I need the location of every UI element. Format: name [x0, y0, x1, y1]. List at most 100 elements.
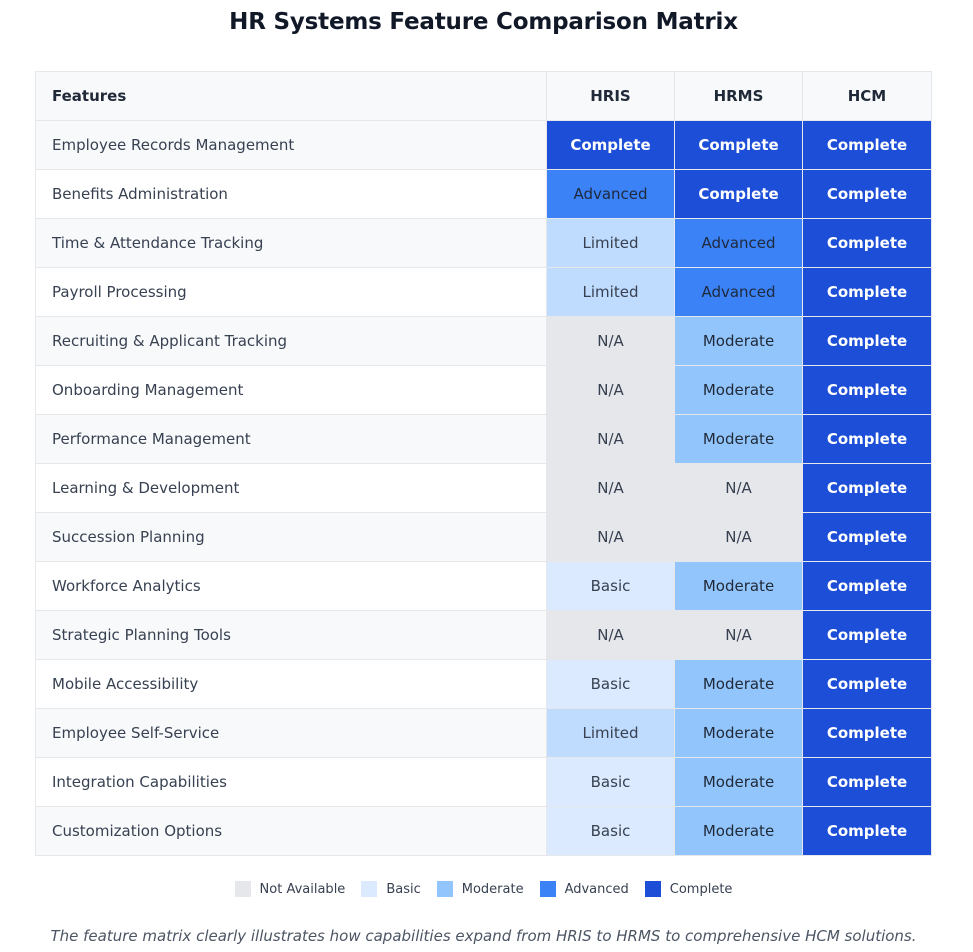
legend-label: Not Available — [259, 881, 346, 897]
table-row: Workforce Analytics Basic Moderate Complete — [35, 561, 932, 611]
rating-cell-hcm: Complete — [802, 463, 932, 513]
rating-cell-hris: Limited — [546, 267, 675, 317]
page-title: HR Systems Feature Comparison Matrix — [229, 9, 738, 35]
rating-cell-hcm: Complete — [802, 414, 932, 464]
rating-cell-hrms: N/A — [674, 463, 803, 513]
table-row: Mobile Accessibility Basic Moderate Complet… — [35, 659, 932, 709]
legend-label: Complete — [669, 881, 733, 897]
rating-cell-hrms: Moderate — [674, 414, 803, 464]
rating-cell-hris: Limited — [546, 218, 675, 268]
rating-cell-hrms: Complete — [674, 120, 803, 170]
rating-cell-hris: N/A — [546, 610, 675, 660]
feature-name: Payroll Processing — [35, 267, 547, 317]
table-row: Succession Planning N/A N/A Complete — [35, 512, 932, 562]
rating-cell-hrms: Moderate — [674, 561, 803, 611]
table-row: Strategic Planning Tools N/A N/A Complete — [35, 610, 932, 660]
rating-cell-hcm: Complete — [802, 267, 932, 317]
rating-cell-hris: Limited — [546, 708, 675, 758]
table-row: Employee Records Management Complete Compl… — [35, 120, 932, 170]
legend-item: Moderate — [436, 881, 524, 897]
feature-matrix-table: Features HRIS HRMS HCM Employee Records … — [35, 71, 932, 856]
table-row: Recruiting & Applicant Tracking N/A Modera… — [35, 316, 932, 366]
legend: Not Available Basic Moderate Advanced Comple… — [0, 881, 967, 897]
rating-cell-hcm: Complete — [802, 806, 932, 856]
table-row: Benefits Administration Advanced Complete C… — [35, 169, 932, 219]
rating-cell-hris: Advanced — [546, 169, 675, 219]
feature-name: Customization Options — [35, 806, 547, 856]
rating-cell-hris: N/A — [546, 512, 675, 562]
rating-cell-hrms: Moderate — [674, 757, 803, 807]
rating-cell-hcm: Complete — [802, 365, 932, 415]
table-row: Employee Self-Service Limited Moderate Comp… — [35, 708, 932, 758]
rating-cell-hcm: Complete — [802, 561, 932, 611]
feature-name: Recruiting & Applicant Tracking — [35, 316, 547, 366]
rating-cell-hcm: Complete — [802, 316, 932, 366]
legend-item: Complete — [644, 881, 733, 897]
rating-cell-hcm: Complete — [802, 512, 932, 562]
rating-cell-hcm: Complete — [802, 120, 932, 170]
feature-name: Strategic Planning Tools — [35, 610, 547, 660]
rating-cell-hrms: Moderate — [674, 659, 803, 709]
legend-swatch — [436, 881, 453, 897]
feature-name: Integration Capabilities — [35, 757, 547, 807]
rating-cell-hris: N/A — [546, 365, 675, 415]
table-row: Time & Attendance Tracking Limited Advance… — [35, 218, 932, 268]
rating-cell-hrms: Moderate — [674, 365, 803, 415]
rating-cell-hcm: Complete — [802, 708, 932, 758]
table-row: Performance Management N/A Moderate Complet… — [35, 414, 932, 464]
features-column-header: Features — [35, 71, 547, 121]
feature-name: Performance Management — [35, 414, 547, 464]
legend-swatch — [644, 881, 661, 897]
rating-cell-hris: Complete — [546, 120, 675, 170]
header-row: Features HRIS HRMS HCM — [35, 71, 932, 121]
rating-cell-hcm: Complete — [802, 757, 932, 807]
column-header-hrms: HRMS — [674, 71, 803, 121]
rating-cell-hcm: Complete — [802, 610, 932, 660]
table-header: Features HRIS HRMS HCM — [35, 71, 932, 121]
table-row: Onboarding Management N/A Moderate Complete — [35, 365, 932, 415]
rating-cell-hrms: Advanced — [674, 267, 803, 317]
rating-cell-hrms: Moderate — [674, 708, 803, 758]
rating-cell-hris: Basic — [546, 659, 675, 709]
legend-item: Advanced — [539, 881, 629, 897]
rating-cell-hcm: Complete — [802, 659, 932, 709]
rating-cell-hrms: N/A — [674, 610, 803, 660]
legend-label: Basic — [386, 881, 421, 897]
rating-cell-hrms: Moderate — [674, 316, 803, 366]
legend-swatch — [234, 881, 251, 897]
rating-cell-hris: Basic — [546, 561, 675, 611]
rating-cell-hrms: Advanced — [674, 218, 803, 268]
rating-cell-hrms: Complete — [674, 169, 803, 219]
rating-cell-hris: N/A — [546, 463, 675, 513]
feature-name: Employee Records Management — [35, 120, 547, 170]
rating-cell-hrms: Moderate — [674, 806, 803, 856]
legend-item: Basic — [361, 881, 421, 897]
feature-name: Time & Attendance Tracking — [35, 218, 547, 268]
rating-cell-hris: N/A — [546, 414, 675, 464]
caption: The feature matrix clearly illustrates h… — [50, 927, 917, 945]
rating-cell-hris: N/A — [546, 316, 675, 366]
rating-cell-hcm: Complete — [802, 169, 932, 219]
rating-cell-hris: Basic — [546, 757, 675, 807]
legend-label: Moderate — [461, 881, 524, 897]
feature-name: Succession Planning — [35, 512, 547, 562]
table-row: Learning & Development N/A N/A Complete — [35, 463, 932, 513]
table-row: Customization Options Basic Moderate Comple… — [35, 806, 932, 856]
legend-swatch — [539, 881, 556, 897]
rating-cell-hrms: N/A — [674, 512, 803, 562]
table-body: Employee Records Management Complete Compl… — [35, 120, 932, 856]
legend-item: Not Available — [234, 881, 346, 897]
rating-cell-hcm: Complete — [802, 218, 932, 268]
rating-cell-hris: Basic — [546, 806, 675, 856]
table-row: Integration Capabilities Basic Moderate Com… — [35, 757, 932, 807]
feature-name: Benefits Administration — [35, 169, 547, 219]
feature-name: Employee Self-Service — [35, 708, 547, 758]
feature-name: Mobile Accessibility — [35, 659, 547, 709]
feature-name: Workforce Analytics — [35, 561, 547, 611]
column-header-hris: HRIS — [546, 71, 675, 121]
legend-label: Advanced — [564, 881, 629, 897]
column-header-hcm: HCM — [802, 71, 932, 121]
feature-name: Onboarding Management — [35, 365, 547, 415]
legend-swatch — [361, 881, 378, 897]
table-row: Payroll Processing Limited Advanced Complet… — [35, 267, 932, 317]
